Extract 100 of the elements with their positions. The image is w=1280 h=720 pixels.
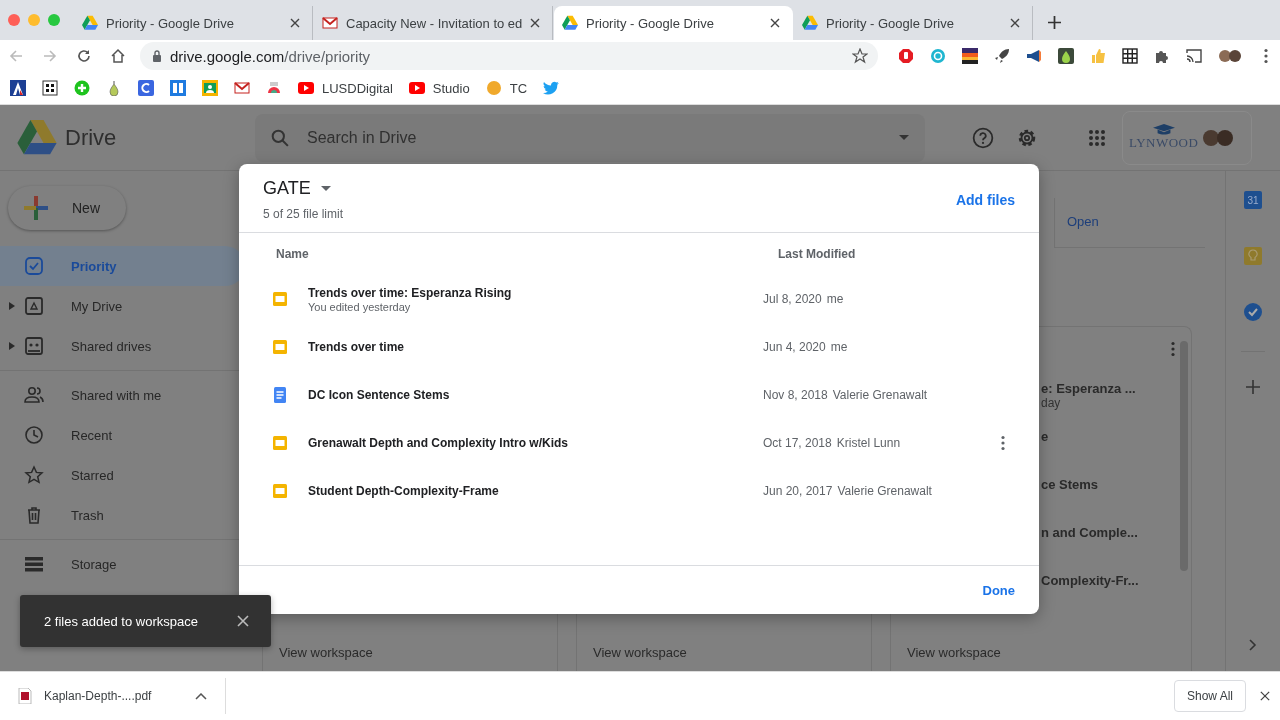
add-icon[interactable] bbox=[1246, 380, 1260, 394]
more-icon[interactable] bbox=[1001, 435, 1005, 451]
dialog-title[interactable]: GATE bbox=[263, 178, 311, 199]
file-name[interactable]: DC Icon Sentence Stems bbox=[308, 388, 763, 402]
download-item[interactable]: Kaplan-Depth-....pdf bbox=[18, 678, 226, 714]
expand-arrow-icon[interactable] bbox=[9, 302, 15, 310]
view-workspace-link[interactable]: View workspace bbox=[907, 633, 1175, 671]
mail-icon[interactable] bbox=[234, 80, 250, 96]
view-workspace-link[interactable]: View workspace bbox=[593, 633, 855, 671]
avatar-icon[interactable] bbox=[1218, 48, 1242, 64]
add-files-button[interactable]: Add files bbox=[955, 188, 1015, 212]
more-icon[interactable] bbox=[1171, 341, 1175, 357]
browser-tab[interactable]: Priority - Google Drive bbox=[74, 6, 313, 40]
modified-date: Jul 8, 2020 bbox=[763, 292, 822, 306]
search-input[interactable]: Search in Drive bbox=[305, 127, 883, 148]
file-name[interactable]: Student Depth-Complexity-Frame bbox=[308, 484, 763, 498]
account-button[interactable]: LYNWOOD bbox=[1122, 110, 1252, 165]
search-bar[interactable]: Search in Drive bbox=[255, 113, 925, 162]
close-icon[interactable] bbox=[1260, 691, 1270, 701]
grid-icon[interactable] bbox=[1122, 48, 1138, 64]
file-name[interactable]: n and Comple... bbox=[1041, 525, 1175, 540]
view-workspace-link[interactable]: View workspace bbox=[279, 633, 541, 671]
modified-date: Nov 8, 2018 bbox=[763, 388, 828, 402]
play-icon bbox=[298, 80, 314, 96]
pdf-file-icon bbox=[18, 688, 32, 704]
address-bar[interactable]: drive.google.com/drive/priority bbox=[140, 42, 878, 70]
close-icon[interactable] bbox=[770, 18, 780, 28]
menu-icon[interactable] bbox=[1264, 48, 1268, 64]
bookmark-star-icon[interactable] bbox=[852, 48, 868, 64]
close-icon[interactable] bbox=[237, 615, 249, 627]
caret-icon[interactable] bbox=[899, 135, 909, 140]
modified-date: Jun 20, 2017 bbox=[763, 484, 833, 498]
column-header: Last Modified bbox=[778, 247, 856, 261]
classroom-icon[interactable] bbox=[202, 80, 218, 96]
expand-arrow-icon[interactable] bbox=[9, 342, 15, 350]
puzzle-icon[interactable] bbox=[1154, 48, 1170, 64]
close-icon[interactable] bbox=[1010, 18, 1020, 28]
bookmark[interactable]: TC bbox=[485, 80, 528, 96]
bookmark[interactable]: LUSDDigital bbox=[298, 80, 393, 96]
apps-icon[interactable] bbox=[1088, 128, 1106, 147]
bird-icon[interactable] bbox=[543, 80, 560, 96]
browser-tab[interactable]: Priority - Google Drive bbox=[554, 6, 793, 40]
home-icon[interactable] bbox=[110, 48, 126, 64]
nav-item[interactable]: Storage bbox=[0, 544, 245, 584]
lock-icon bbox=[152, 50, 162, 62]
drive-folder-icon bbox=[24, 296, 44, 316]
letter-a-logo-icon[interactable] bbox=[10, 80, 26, 96]
file-name[interactable]: Trends over time: Esperanza Rising bbox=[308, 285, 763, 300]
file-limit-text: 5 of 25 file limit bbox=[263, 207, 344, 221]
drive-icon bbox=[82, 15, 98, 31]
circle-icon bbox=[485, 80, 502, 96]
cast-icon[interactable] bbox=[1186, 48, 1202, 64]
checkbox-icon bbox=[24, 256, 44, 276]
file-name[interactable]: e bbox=[1041, 429, 1175, 444]
stop-sign-icon[interactable] bbox=[898, 48, 914, 64]
drive-icon bbox=[802, 15, 818, 31]
reload-icon[interactable] bbox=[76, 48, 92, 64]
modified-by: Valerie Grenawalt bbox=[832, 388, 928, 402]
book-icon[interactable] bbox=[170, 80, 186, 96]
open-link[interactable]: Open bbox=[1067, 214, 1099, 229]
check-circle-icon[interactable] bbox=[1244, 303, 1262, 321]
file-name[interactable]: ce Stems bbox=[1041, 477, 1175, 492]
ring-icon[interactable] bbox=[930, 48, 946, 64]
slides-icon bbox=[272, 483, 288, 499]
people-icon bbox=[24, 385, 44, 405]
browser-tab[interactable]: Capacity New - Invitation to ed bbox=[314, 6, 553, 40]
storage-icon bbox=[24, 554, 44, 574]
shared-drive-icon bbox=[24, 336, 44, 356]
caret-up-icon[interactable] bbox=[195, 692, 207, 700]
apps-grid-icon[interactable] bbox=[42, 80, 58, 96]
modified-date: Jun 4, 2020 bbox=[763, 340, 826, 354]
file-name[interactable]: e: Esperanza ... bbox=[1041, 381, 1175, 396]
chevron-right-icon[interactable] bbox=[1249, 639, 1257, 651]
browser-tab[interactable]: Priority - Google Drive bbox=[794, 6, 1033, 40]
snackbar-message: 2 files added to workspace bbox=[44, 613, 198, 629]
rocket-icon[interactable] bbox=[994, 48, 1010, 64]
modified-by: Valerie Grenawalt bbox=[837, 484, 932, 498]
new-tab-icon[interactable] bbox=[1048, 16, 1061, 29]
document-icon bbox=[272, 387, 288, 403]
new-button[interactable]: New bbox=[8, 186, 126, 230]
megaphone-icon[interactable] bbox=[1026, 48, 1042, 64]
done-button[interactable]: Done bbox=[982, 582, 1015, 598]
help-icon[interactable] bbox=[972, 126, 994, 149]
caret-icon[interactable] bbox=[320, 186, 331, 191]
search-icon[interactable] bbox=[271, 128, 289, 147]
file-name[interactable]: Trends over time bbox=[308, 340, 763, 354]
close-icon[interactable] bbox=[530, 18, 540, 28]
mail-icon bbox=[322, 15, 338, 31]
sunset-icon[interactable] bbox=[962, 48, 978, 64]
file-name[interactable]: Grenawalt Depth and Complexity Intro w/Kids bbox=[308, 436, 763, 450]
calendar-icon[interactable]: 31 bbox=[1244, 191, 1262, 209]
bookmark[interactable]: Studio bbox=[408, 80, 470, 96]
thumbs-up-icon[interactable] bbox=[1090, 48, 1106, 64]
close-icon[interactable] bbox=[290, 18, 300, 28]
modified-by: Kristel Lunn bbox=[836, 436, 901, 450]
file-name[interactable]: Complexity-Fr... bbox=[1041, 573, 1175, 588]
c-logo-icon[interactable] bbox=[138, 80, 154, 96]
show-all-button[interactable]: Show All bbox=[1173, 680, 1246, 712]
app-name: Drive bbox=[65, 124, 117, 151]
file-detail: You edited yesterday bbox=[308, 300, 412, 313]
